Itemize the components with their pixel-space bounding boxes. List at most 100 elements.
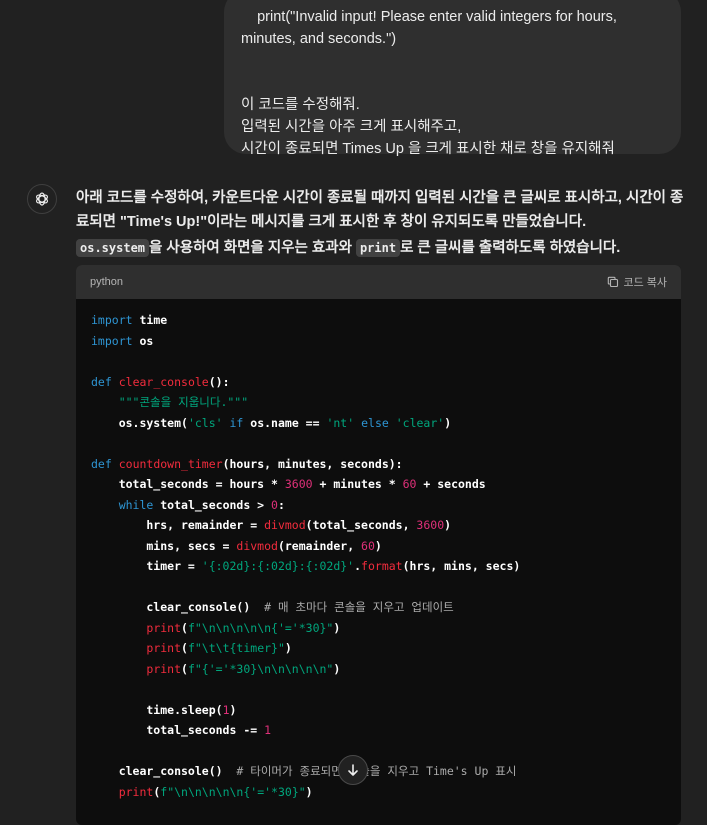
code-language-label: python xyxy=(90,276,124,288)
code-line: print(f"\t\t{timer}") xyxy=(91,638,666,659)
code-line: def clear_console(): xyxy=(91,372,666,393)
code-token: ) xyxy=(333,661,341,676)
code-token: f"\n\n\n\n\n{'='*30}" xyxy=(160,784,306,799)
code-line: print(f"{'='*30}\n\n\n\n\n") xyxy=(91,659,666,680)
code-line: import os xyxy=(91,331,666,352)
code-content[interactable]: import time import os def clear_console()… xyxy=(76,299,681,802)
code-token: 60 xyxy=(402,477,417,491)
code-token: os.name == xyxy=(243,415,327,430)
user-message-line: 이 코드를 수정해줘. xyxy=(241,97,360,113)
code-token: (hrs, mins, secs) xyxy=(402,559,521,573)
code-token: print xyxy=(146,661,182,676)
user-message-bubble: print("Invalid input! Please enter valid… xyxy=(224,0,681,157)
code-token: format xyxy=(361,559,403,573)
user-message-line: print("Invalid input! Please enter valid… xyxy=(241,9,617,25)
arrow-down-icon xyxy=(348,764,358,776)
code-token: f"{'='*30}\n\n\n\n\n" xyxy=(187,661,334,676)
code-token: ) xyxy=(333,620,341,635)
copy-icon xyxy=(608,276,619,288)
code-token: """콘솔을 지웁니다.""" xyxy=(118,395,249,409)
code-token: timer = xyxy=(91,559,202,573)
code-token: hrs, remainder = xyxy=(91,518,265,532)
inline-code: print xyxy=(355,239,401,257)
code-token: 3600 xyxy=(284,477,313,491)
code-token: total_seconds = hours * xyxy=(91,477,285,491)
code-token: ) xyxy=(305,784,313,799)
code-token: while xyxy=(118,497,154,512)
code-line: print(f"\n\n\n\n\n{'='*30}") xyxy=(91,618,666,639)
code-token: divmod xyxy=(236,538,278,553)
code-token: ) xyxy=(444,415,452,430)
code-token: if xyxy=(229,415,244,430)
scroll-down-button[interactable] xyxy=(338,755,368,785)
code-token: total_seconds -= xyxy=(91,723,265,737)
code-line: timer = '{:02d}:{:02d}:{:02d}'.format(hr… xyxy=(91,556,666,577)
code-token: 1 xyxy=(222,702,230,717)
code-line: """콘솔을 지웁니다.""" xyxy=(91,392,666,413)
code-line: clear_console() # 매 초마다 콘솔을 지우고 업데이트 xyxy=(91,597,666,618)
code-line: total_seconds = hours * 3600 + minutes *… xyxy=(91,474,666,495)
code-line: while total_seconds > 0: xyxy=(91,495,666,516)
code-token: clear_console() xyxy=(91,600,265,614)
code-token: ) xyxy=(229,702,237,717)
code-block: python 코드 복사 import time import os def cl… xyxy=(76,265,681,825)
code-token: ( xyxy=(181,641,188,655)
code-token: (): xyxy=(208,374,230,389)
user-message-line xyxy=(241,50,663,72)
user-message-line: 입력된 시간을 아주 크게 표시해주고, xyxy=(241,119,462,135)
code-token: + minutes * xyxy=(312,477,403,491)
code-token: mins, secs = xyxy=(91,538,237,553)
assistant-paragraph: 아래 코드를 수정하여, 카운트다운 시간이 종료될 때까지 입력된 시간을 큰… xyxy=(76,190,684,230)
code-token: f"\n\n\n\n\n{'='*30}" xyxy=(187,620,334,635)
code-line: mins, secs = divmod(remainder, 60) xyxy=(91,536,666,557)
code-line: def countdown_timer(hours, minutes, seco… xyxy=(91,454,666,475)
code-token: countdown_timer xyxy=(118,456,223,471)
code-token: (remainder, xyxy=(277,538,362,553)
user-message-line: minutes, and seconds.") xyxy=(241,31,397,47)
assistant-text: 을 사용하여 화면을 지우는 효과와 xyxy=(149,240,356,256)
code-token: def xyxy=(91,456,112,471)
code-token: def xyxy=(91,374,112,389)
code-token: import xyxy=(91,313,133,327)
code-line: import time xyxy=(91,310,666,331)
code-token: ( xyxy=(181,620,188,635)
code-token: total_seconds > xyxy=(153,497,272,512)
code-line: total_seconds -= 1 xyxy=(91,720,666,741)
copy-code-button[interactable]: 코드 복사 xyxy=(607,274,667,290)
code-header: python 코드 복사 xyxy=(76,265,681,299)
user-message-line: 시간이 종료되면 Times Up 을 크게 표시한 채로 창을 유지해줘 xyxy=(241,141,615,157)
code-token: ) xyxy=(444,518,452,532)
code-token: import xyxy=(91,333,133,348)
code-token: divmod xyxy=(264,518,306,532)
code-token: os xyxy=(132,333,154,348)
code-token: 0 xyxy=(271,497,278,512)
code-token: . xyxy=(354,559,362,573)
assistant-message: 아래 코드를 수정하여, 카운트다운 시간이 종료될 때까지 입력된 시간을 큰… xyxy=(76,186,686,260)
code-token: 'nt' xyxy=(326,415,355,430)
user-message-text: print("Invalid input! Please enter valid… xyxy=(241,6,663,160)
code-token: clear_console xyxy=(118,374,209,389)
code-token: clear_console() xyxy=(91,764,237,778)
code-line: hrs, remainder = divmod(total_seconds, 3… xyxy=(91,515,666,536)
code-token: # 타이머가 종료되면 콘솔을 지우고 Time's Up 표시 xyxy=(236,764,517,778)
code-token: 'clear' xyxy=(395,415,445,430)
assistant-avatar xyxy=(27,184,57,214)
code-line: time.sleep(1) xyxy=(91,700,666,721)
code-token: '{:02d}:{:02d}:{:02d}' xyxy=(201,559,355,573)
code-token: ) xyxy=(374,538,382,553)
code-token: os.system( xyxy=(91,415,188,430)
code-line: os.system('cls' if os.name == 'nt' else … xyxy=(91,413,666,434)
